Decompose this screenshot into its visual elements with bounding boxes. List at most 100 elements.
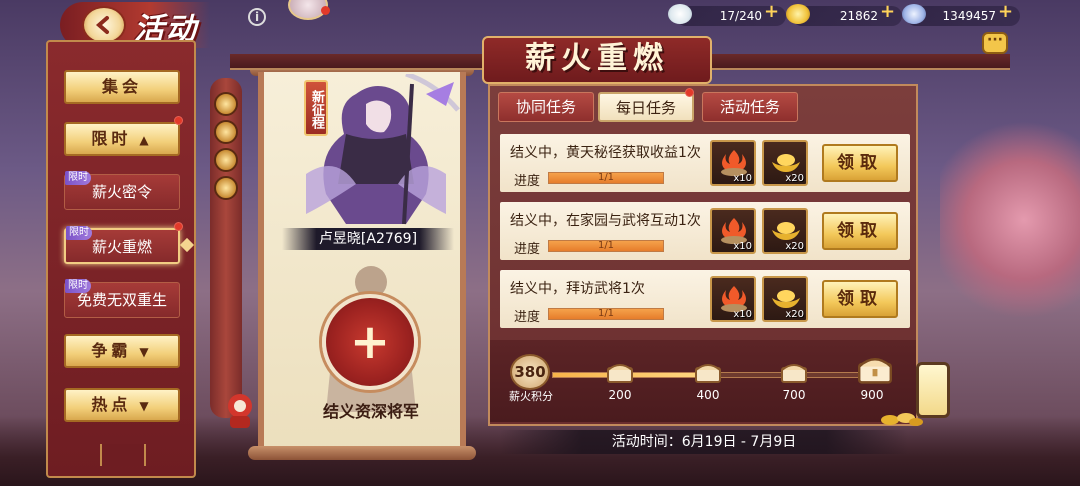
chat-icon[interactable]: ··· [982, 32, 1008, 54]
task-progress-bar: 1/1 [548, 172, 664, 184]
add-gold-button[interactable]: + [880, 3, 895, 21]
recruit-label: 结义资深将军 [322, 402, 419, 421]
reward-gold-ingot[interactable]: x20 [762, 208, 808, 254]
scroll-bottom-rod [248, 446, 476, 460]
coin-ornament [214, 120, 238, 144]
score-label: 薪火积分 [509, 390, 553, 403]
back-arrow-icon [95, 16, 109, 34]
coin-ornament [214, 176, 238, 200]
task-card: 结义中，在家园与武将互动1次 进度 1/1 x10 x20 领取 [500, 202, 910, 260]
limited-tag: 限时 [65, 171, 91, 185]
fire-bowl-icon [721, 150, 747, 176]
chevron-down-icon: ▼ [139, 399, 153, 413]
hero-name: 卢昱晓[A2769] [282, 228, 454, 250]
sidebar-item-label: 免费无双重生 [76, 291, 167, 309]
reward-fire-bowl[interactable]: x10 [710, 276, 756, 322]
sidebar-bottom-ornament [100, 444, 146, 466]
chest-icon[interactable] [606, 360, 634, 384]
chest-icon[interactable] [694, 360, 722, 384]
notification-dot [174, 222, 183, 231]
plus-icon: + [349, 314, 391, 370]
tab-label: 活动任务 [719, 98, 780, 116]
tab-label: 协同任务 [515, 98, 576, 116]
add-jade-button[interactable]: + [998, 3, 1013, 21]
reward-gold-ingot[interactable]: x20 [762, 140, 808, 186]
progress-text: 1/1 [597, 308, 615, 319]
tab-cooperative-tasks[interactable]: 协同任务 [498, 92, 594, 122]
sidebar-item-label: 争霸 [91, 341, 132, 360]
tab-event-tasks[interactable]: 活动任务 [702, 92, 798, 122]
task-card: 结义中，拜访武将1次 进度 1/1 x10 x20 领取 [500, 270, 910, 328]
progress-label: 进度 [514, 310, 541, 325]
sidebar-item-label: 集会 [101, 77, 142, 96]
reward-count: x20 [785, 173, 804, 184]
reward-fire-bowl[interactable]: x10 [710, 140, 756, 186]
reward-count: x10 [733, 241, 752, 252]
notification-dot [321, 6, 330, 15]
back-button[interactable] [82, 6, 126, 44]
coin-ornament [214, 92, 238, 116]
stamina-bun-icon [668, 4, 692, 24]
task-title: 结义中，拜访武将1次 [510, 281, 645, 297]
tab-label: 每日任务 [615, 99, 676, 117]
reward-count: x20 [785, 241, 804, 252]
claim-button[interactable]: 领取 [822, 280, 898, 318]
gold-ingot-icon [786, 4, 810, 24]
fire-bowl-icon [721, 286, 747, 312]
add-stamina-button[interactable]: + [764, 3, 779, 21]
event-duration: 活动时间：6月19日 - 7月9日 [500, 430, 908, 454]
recruit-general-button[interactable]: + [322, 294, 418, 390]
claim-button[interactable]: 领取 [822, 212, 898, 250]
resource-value: 21862 [839, 9, 878, 23]
notification-dot [174, 116, 183, 125]
gold-ingot-icon [772, 154, 800, 172]
event-title: 薪火重燃 [482, 36, 712, 84]
tab-daily-tasks[interactable]: 每日任务 [598, 92, 694, 122]
gold-ingot-icon [772, 290, 800, 308]
sidebar-item-label: 薪火重燃 [91, 238, 152, 256]
info-icon[interactable]: i [248, 8, 266, 26]
reward-count: x10 [733, 309, 752, 320]
fire-bowl-icon [721, 218, 747, 244]
sidebar-item-hot[interactable]: 热点 ▼ [64, 388, 180, 422]
reward-gold-ingot[interactable]: x20 [762, 276, 808, 322]
task-progress-bar: 1/1 [548, 240, 664, 252]
task-progress-bar: 1/1 [548, 308, 664, 320]
lucky-doll-icon[interactable] [222, 390, 258, 430]
task-title: 结义中，黄天秘径获取收益1次 [510, 145, 701, 161]
limited-tag: 限时 [66, 226, 92, 240]
jade-coin-icon [902, 4, 926, 24]
sidebar-item-label: 限时 [91, 129, 132, 148]
chevron-up-icon: ▲ [139, 133, 153, 147]
new-journey-badge: 新征程 [304, 80, 328, 136]
gold-ingot-icon [772, 222, 800, 240]
milestone-label: 900 [860, 388, 884, 402]
milestone-label: 200 [608, 388, 632, 402]
resource-value: 1349457 [942, 9, 996, 23]
task-card: 结义中，黄天秘径获取收益1次 进度 1/1 x10 x20 领取 [500, 134, 910, 192]
notification-dot [685, 88, 694, 97]
sidebar-item-free-rebirth[interactable]: 限时 免费无双重生 [64, 279, 180, 318]
sidebar-item-xinhuo-chongran[interactable]: 限时 薪火重燃 [64, 226, 180, 264]
progress-text: 1/1 [597, 172, 615, 183]
score-value: 380 [510, 354, 550, 390]
limited-tag: 限时 [65, 279, 91, 293]
milestone-label: 400 [696, 388, 720, 402]
claim-button[interactable]: 领取 [822, 144, 898, 182]
progress-label: 进度 [514, 174, 541, 189]
sidebar-item-xinhuo-miling[interactable]: 限时 薪火密令 [64, 171, 180, 210]
sidebar-item-gathering[interactable]: 集会 [64, 70, 180, 104]
sidebar-item-contest[interactable]: 争霸 ▼ [64, 334, 180, 368]
reward-fire-bowl[interactable]: x10 [710, 208, 756, 254]
chest-icon[interactable] [780, 360, 808, 384]
milestone-label: 700 [782, 388, 806, 402]
reward-count: x20 [785, 309, 804, 320]
coins-ornament [881, 413, 923, 426]
chevron-down-icon: ▼ [139, 345, 153, 359]
sidebar-item-label: 薪火密令 [91, 183, 152, 201]
progress-label: 进度 [514, 242, 541, 257]
sidebar-item-limited[interactable]: 限时 ▲ [64, 122, 180, 156]
grand-chest-icon[interactable] [858, 354, 892, 384]
sidebar-item-label: 热点 [91, 395, 132, 414]
progress-text: 1/1 [597, 240, 615, 251]
